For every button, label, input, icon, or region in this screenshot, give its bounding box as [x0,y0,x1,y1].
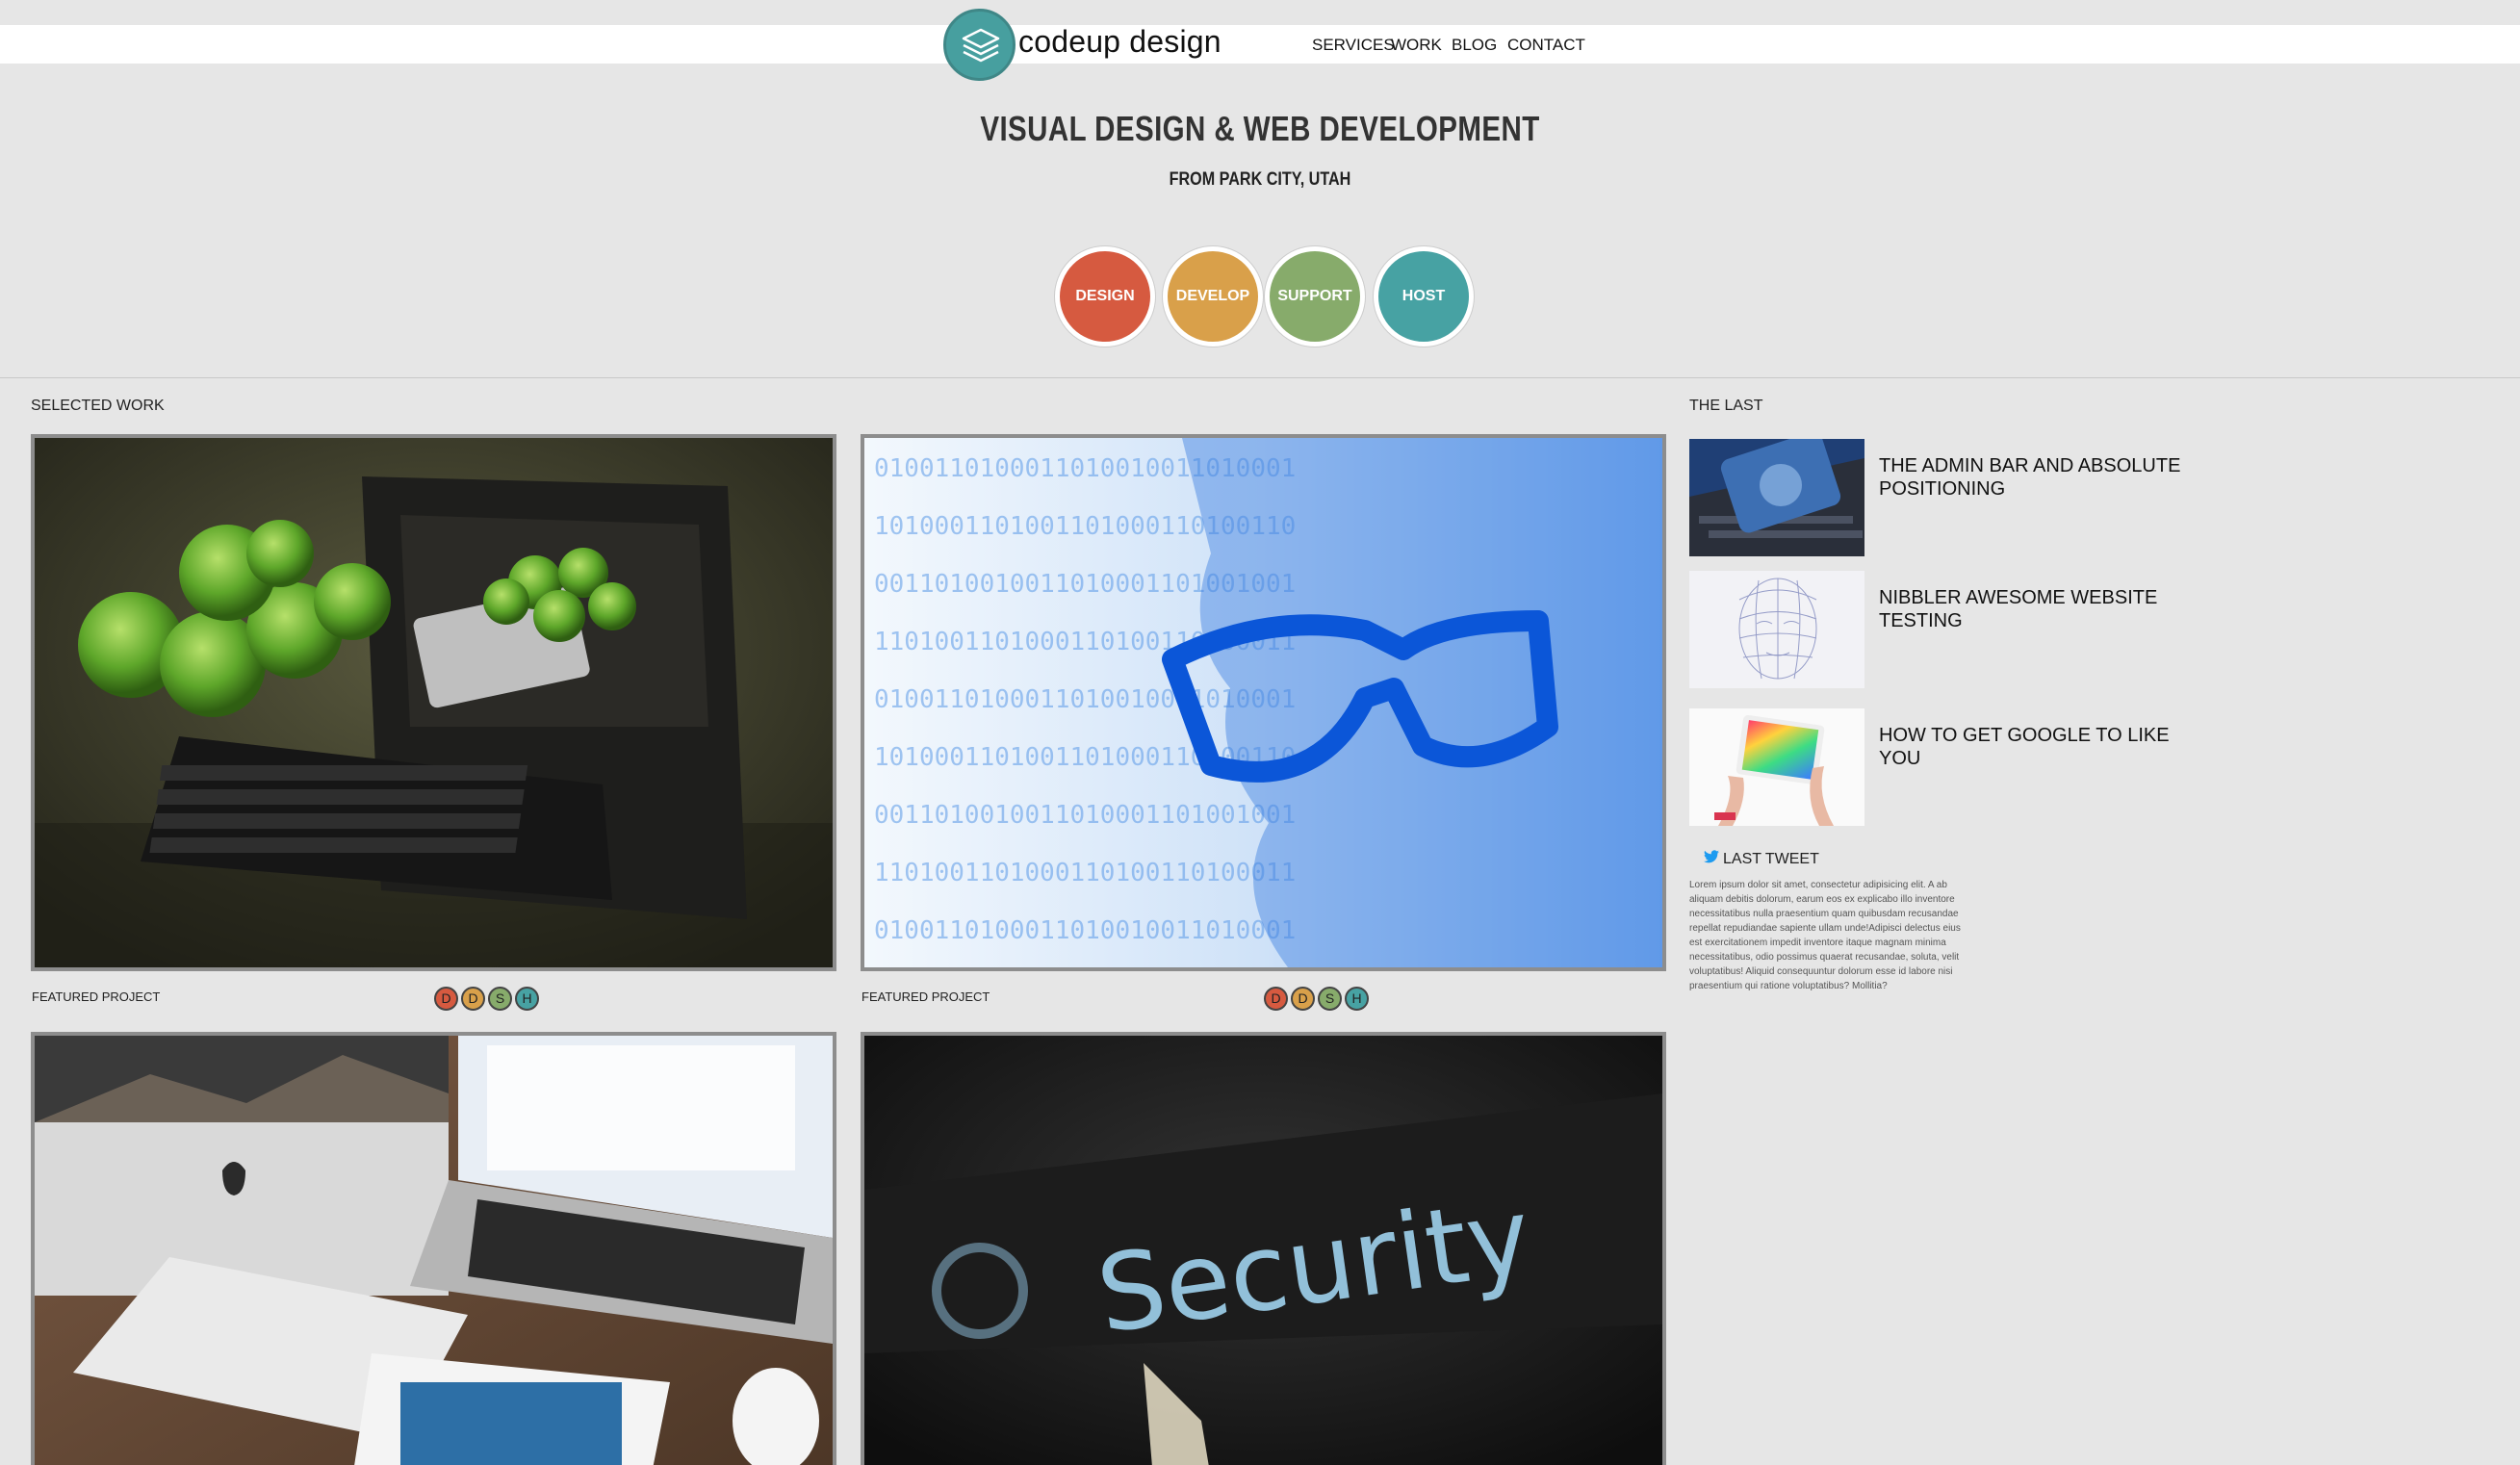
nav-contact[interactable]: CONTACT [1507,36,1585,55]
blog-post-item[interactable]: HOW TO GET GOOGLE TO LIKE YOU [1689,708,2267,826]
tag-host[interactable]: H [515,987,539,1011]
post-thumbnail-smartphone [1689,439,1864,556]
tag-develop[interactable]: D [461,987,485,1011]
section-divider [0,377,2520,378]
hero-title: VISUAL DESIGN & WEB DEVELOPMENT [980,109,1540,148]
blog-post-item[interactable]: NIBBLER AWESOME WEBSITE TESTING [1689,571,2267,688]
nav-work[interactable]: WORK [1391,36,1442,55]
last-tweet-label: LAST TWEET [1723,850,1819,867]
service-develop-button[interactable]: DEVELOP [1163,246,1263,347]
project-image-mac-devices[interactable] [31,1032,836,1465]
nav-blog[interactable]: BLOG [1452,36,1497,55]
tag-support[interactable]: S [1318,987,1342,1011]
tag-develop[interactable]: D [1291,987,1315,1011]
project-tags: D D S H [434,987,539,1011]
project-image-binary-face[interactable]: 0100110100011010010011010001 10100011010… [861,434,1666,971]
brand-name[interactable]: codeup design [1018,25,1221,58]
hero-subtitle: FROM PARK CITY, UTAH [1169,169,1351,190]
selected-work-heading: SELECTED WORK [31,398,165,414]
logo-layers-icon[interactable] [943,9,1016,81]
project-image-security[interactable]: Security [861,1032,1666,1465]
svg-text:0011010010011010001101001001: 0011010010011010001101001001 [874,801,1296,830]
service-host-button[interactable]: HOST [1374,246,1474,347]
post-title[interactable]: NIBBLER AWESOME WEBSITE TESTING [1879,586,2197,632]
sidebar-heading: THE LAST [1689,398,1763,414]
project-caption: FEATURED PROJECT [861,990,990,1004]
nav-services[interactable]: SERVICES [1312,36,1395,55]
last-tweet-heading: LAST TWEET [1704,850,1819,868]
tag-design[interactable]: D [434,987,458,1011]
tweet-text: Lorem ipsum dolor sit amet, consectetur … [1689,880,1961,991]
twitter-bird-icon [1704,850,1719,868]
post-thumbnail-hands-tablet [1689,708,1864,826]
svg-text:1101001101000110100110100011: 1101001101000110100110100011 [874,859,1296,887]
top-nav-bar [0,25,2520,64]
tag-design[interactable]: D [1264,987,1288,1011]
project-tags: D D S H [1264,987,1369,1011]
project-image-apples[interactable] [31,434,836,971]
tag-support[interactable]: S [488,987,512,1011]
svg-text:0100110100011010010011010001: 0100110100011010010011010001 [874,916,1296,945]
project-caption: FEATURED PROJECT [32,990,161,1004]
post-title[interactable]: THE ADMIN BAR AND ABSOLUTE POSITIONING [1879,454,2197,501]
blog-post-item[interactable]: THE ADMIN BAR AND ABSOLUTE POSITIONING [1689,439,2267,556]
tag-host[interactable]: H [1345,987,1369,1011]
service-support-button[interactable]: SUPPORT [1265,246,1365,347]
service-design-button[interactable]: DESIGN [1055,246,1155,347]
post-thumbnail-wireframe-face [1689,571,1864,688]
post-title[interactable]: HOW TO GET GOOGLE TO LIKE YOU [1879,724,2197,770]
